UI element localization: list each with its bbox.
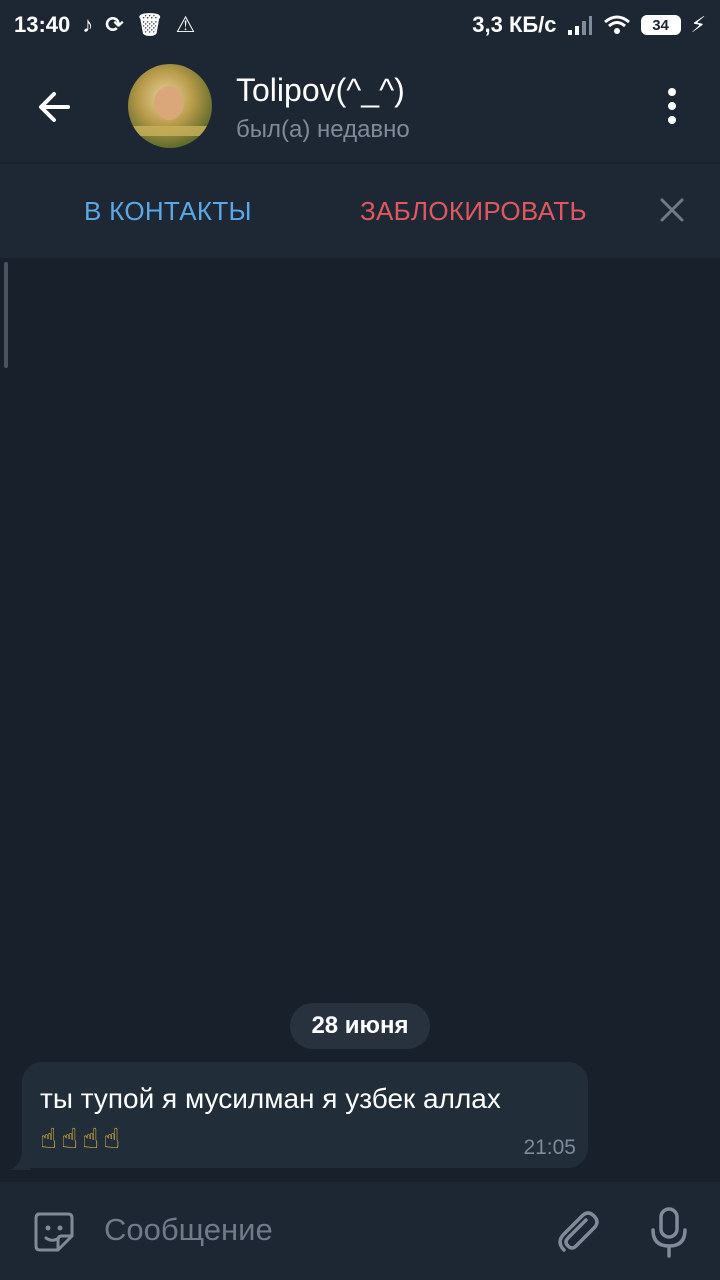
charging-icon: ⚡ (690, 12, 706, 37)
attach-icon[interactable] (552, 1206, 602, 1256)
tiktok-icon: ♪ (82, 12, 94, 37)
sync-icon: ⟳ (105, 12, 124, 37)
chat-header: Tolipov(^_^) был(а) недавно (0, 50, 720, 162)
sticker-icon[interactable] (30, 1208, 78, 1256)
wifi-icon (603, 15, 630, 34)
trash-icon: 🗑 (135, 12, 164, 37)
warning-icon: ⚠ (175, 12, 196, 37)
message-time: 21:05 (523, 1136, 576, 1159)
avatar-band (128, 126, 212, 136)
avatar-face (154, 86, 184, 120)
message-text: ты тупой я мусилман я узбек аллах (40, 1083, 501, 1114)
status-right: 3,3 КБ/с 34 ⚡ (472, 12, 706, 38)
pointing-up-emoji: ☝ (82, 1123, 100, 1154)
close-icon[interactable] (656, 194, 688, 226)
back-arrow-icon[interactable] (28, 80, 82, 134)
status-bar: 13:40 ♪ ⟳ 🗑 ⚠ 3,3 КБ/с 34 ⚡ (0, 0, 720, 50)
scrollbar[interactable] (4, 262, 8, 368)
date-separator: 28 июня (290, 1003, 430, 1049)
microphone-icon[interactable] (648, 1206, 690, 1260)
pointing-up-emoji: ☝ (40, 1123, 58, 1154)
message-emojis: ☝ ☝ ☝ ☝ (40, 1120, 580, 1158)
message-input[interactable]: Сообщение (104, 1212, 273, 1248)
avatar[interactable] (128, 64, 212, 148)
message-bubble[interactable]: ты тупой я мусилман я узбек аллах ☝ ☝ ☝ ☝ 2… (22, 1062, 588, 1168)
pointing-up-emoji: ☝ (61, 1123, 79, 1154)
signal-icon (567, 16, 592, 35)
block-user-button[interactable]: ЗАБЛОКИРОВАТЬ (360, 196, 587, 227)
message-composer: Сообщение (0, 1182, 720, 1280)
more-menu-icon[interactable] (656, 84, 688, 128)
contact-action-bar: В КОНТАКТЫ ЗАБЛОКИРОВАТЬ (0, 164, 720, 258)
status-time: 13:40 (14, 12, 71, 37)
message-text-block: ты тупой я мусилман я узбек аллах ☝ ☝ ☝ ☝ (40, 1080, 580, 1158)
pointing-up-emoji: ☝ (103, 1123, 121, 1154)
network-speed: 3,3 КБ/с (472, 12, 557, 37)
chat-last-seen: был(а) недавно (236, 116, 410, 143)
add-contact-button[interactable]: В КОНТАКТЫ (84, 196, 252, 227)
chat-title[interactable]: Tolipov(^_^) (236, 72, 405, 109)
battery-icon: 34 (640, 15, 681, 35)
